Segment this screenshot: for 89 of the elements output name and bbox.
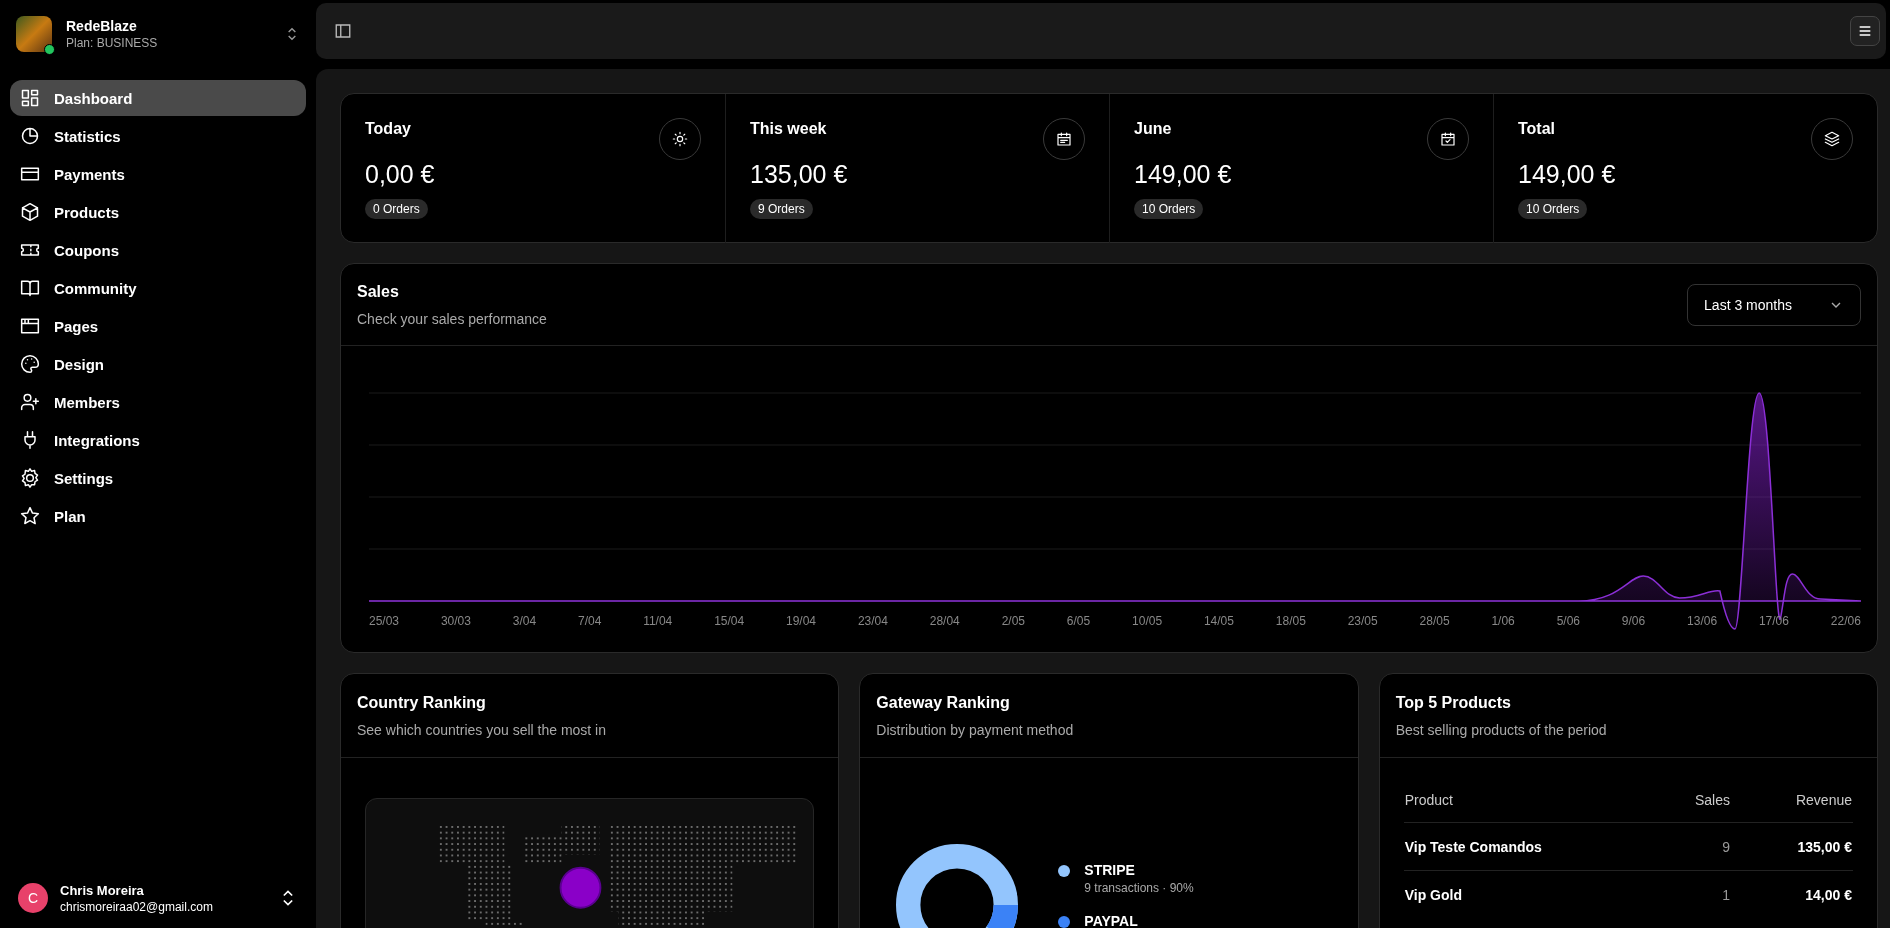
table-cell: 14,00 € — [1731, 870, 1853, 918]
stat-value: 135,00 € — [750, 160, 849, 189]
gateway-name: STRIPE — [1084, 861, 1136, 878]
stat-title: This week — [750, 120, 827, 138]
range-dropdown[interactable]: Last 3 months — [1687, 283, 1861, 326]
stat-title: June — [1134, 120, 1172, 138]
stat-value: 149,00 € — [1518, 160, 1617, 189]
stat-value: 0,00 € — [365, 160, 436, 189]
sidebar-item[interactable]: Products — [10, 194, 306, 230]
sidebar-item[interactable]: Members — [10, 384, 306, 420]
user-avatar: C — [18, 883, 48, 913]
axis-label: 13/06 — [1687, 614, 1718, 628]
gateway-detail: 9 transactions · 90% — [1084, 880, 1194, 895]
orders-badge: 10 Orders — [1134, 199, 1204, 219]
stat-title: Today — [365, 120, 411, 138]
axis-label: 23/04 — [857, 614, 888, 628]
layers-icon — [1824, 131, 1840, 147]
axis-label: 25/03 — [369, 614, 400, 628]
sidebar-item[interactable]: Statistics — [10, 118, 306, 154]
sidebar-item[interactable]: Design — [10, 346, 306, 382]
book-icon — [20, 278, 40, 298]
axis-label: 6/05 — [1066, 614, 1091, 628]
card-title: Top 5 Products — [1395, 693, 1512, 712]
axis-label: 2/05 — [1001, 614, 1025, 628]
card-title: Country Ranking — [357, 693, 487, 712]
table-cell: 1 — [1659, 870, 1731, 918]
box-icon — [20, 202, 40, 222]
axis-label: 17/06 — [1758, 614, 1789, 628]
axis-label: 5/06 — [1556, 614, 1580, 628]
axis-label: 22/06 — [1830, 614, 1861, 628]
card-subtitle: See which countries you sell the most in — [357, 721, 606, 738]
sidebar-toggle-icon[interactable] — [334, 22, 352, 40]
column-header: Product — [1403, 778, 1659, 823]
column-header: Sales — [1659, 778, 1731, 823]
sidebar-item[interactable]: Pages — [10, 308, 306, 344]
axis-label: 7/04 — [577, 614, 602, 628]
workspace-name: RedeBlaze — [66, 18, 138, 34]
axis-label: 18/05 — [1275, 614, 1306, 628]
sidebar-item[interactable]: Plan — [10, 498, 306, 534]
axis-label: 1/06 — [1491, 614, 1515, 628]
gateway-name: PAYPAL — [1084, 912, 1138, 928]
axis-label: 28/04 — [929, 614, 960, 628]
browser-window-icon — [20, 316, 40, 336]
menu-button[interactable] — [1850, 16, 1880, 46]
user-email: chrismoreiraa02@gmail.com — [60, 899, 214, 914]
menu-icon — [1857, 23, 1873, 39]
settings-icon — [20, 468, 40, 488]
card-subtitle: Best selling products of the period — [1395, 721, 1607, 738]
card-title: Gateway Ranking — [876, 693, 1011, 712]
sidebar-item[interactable]: Community — [10, 270, 306, 306]
axis-label: 10/05 — [1132, 614, 1163, 628]
orders-badge: 0 Orders — [365, 199, 428, 219]
user-plus-icon — [20, 392, 40, 412]
sidebar-item[interactable]: Dashboard — [10, 80, 306, 116]
palette-icon — [20, 354, 40, 374]
card-subtitle: Check your sales performance — [357, 310, 547, 327]
axis-label: 19/04 — [786, 614, 817, 628]
table-cell: 135,00 € — [1731, 822, 1853, 871]
sidebar-item[interactable]: Settings — [10, 460, 306, 496]
table-cell: 9 — [1659, 822, 1731, 871]
sidebar-item[interactable]: Payments — [10, 156, 306, 192]
axis-label: 23/05 — [1347, 614, 1378, 628]
user-name: Chris Moreira — [60, 882, 145, 898]
dashboard-icon — [20, 88, 40, 108]
axis-label: 30/03 — [440, 614, 471, 628]
calendar-check-icon — [1440, 131, 1456, 147]
axis-label: 3/04 — [512, 614, 537, 628]
orders-badge: 10 Orders — [1518, 199, 1588, 219]
card-title: Sales — [357, 282, 400, 301]
axis-label: 15/04 — [714, 614, 745, 628]
workspace-plan: Plan: BUSINESS — [66, 36, 159, 50]
axis-label: 28/05 — [1419, 614, 1450, 628]
sidebar-item[interactable]: Coupons — [10, 232, 306, 268]
axis-label: 14/05 — [1203, 614, 1234, 628]
axis-label: 11/04 — [643, 614, 673, 628]
table-cell: Vip Gold — [1403, 870, 1659, 918]
calendar-icon — [1056, 131, 1072, 147]
star-icon — [20, 506, 40, 526]
card-subtitle: Distribution by payment method — [876, 721, 1074, 738]
axis-label: 9/06 — [1621, 614, 1646, 628]
column-header: Revenue — [1731, 778, 1853, 823]
orders-badge: 9 Orders — [750, 199, 813, 219]
credit-card-icon — [20, 164, 40, 184]
stat-value: 149,00 € — [1134, 160, 1233, 189]
table-cell: Vip Teste Comandos — [1403, 822, 1659, 871]
sun-icon — [672, 131, 688, 147]
sidebar-item[interactable]: Integrations — [10, 422, 306, 458]
stat-title: Total — [1518, 120, 1556, 138]
pie-chart-icon — [20, 126, 40, 146]
